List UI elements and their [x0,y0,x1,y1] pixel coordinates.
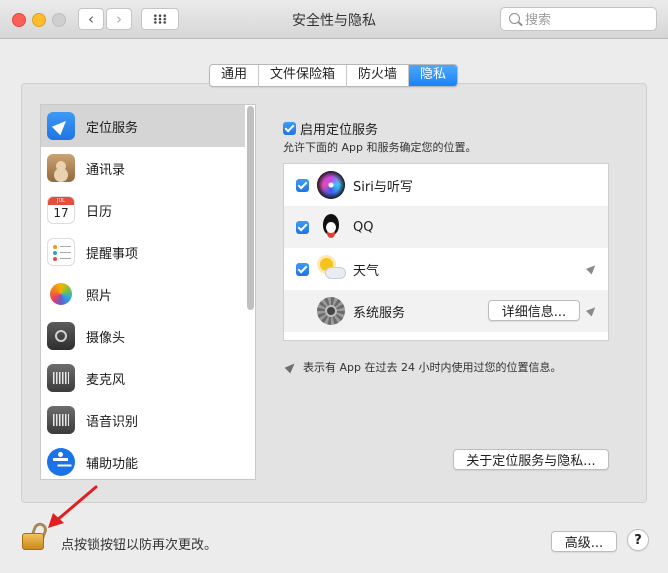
app-row-siri: Siri与听写 [284,164,608,206]
location-description: 允许下面的 App 和服务确定您的位置。 [283,141,477,154]
advanced-button[interactable]: 高级... [551,531,617,552]
tab-filevault[interactable]: 文件保险箱 [259,65,348,86]
contacts-icon [47,154,75,182]
app-name: 系统服务 [353,305,406,321]
sidebar-item-label: 定位服务 [86,120,139,136]
location-icon [47,112,75,140]
location-usage-hint: 表示有 App 在过去 24 小时内使用过您的位置信息。 [284,359,562,375]
help-button[interactable]: ? [627,529,649,551]
sidebar-item-label: 摄像头 [86,330,126,346]
sidebar-scrollbar[interactable] [245,104,256,480]
unlocked-padlock-icon [22,533,44,550]
qq-icon [317,213,345,241]
camera-icon [47,322,75,350]
tab-bar: 通用 文件保险箱 防火墙 隐私 [209,64,459,87]
app-checkbox[interactable] [296,220,309,234]
sidebar-item-label: 语音识别 [86,414,139,430]
scrollbar-thumb[interactable] [247,106,254,310]
microphone-icon [47,364,75,392]
tab-firewall[interactable]: 防火墙 [347,65,410,86]
photos-icon [47,280,75,308]
sidebar-item-calendar[interactable]: JUL 17 日历 [41,189,245,231]
recent-location-arrow-icon [585,304,599,317]
annotation-arrow-icon [48,485,98,528]
sidebar-item-location-services[interactable]: 定位服务 [41,105,245,147]
app-checkbox[interactable] [296,262,309,276]
details-button[interactable]: 详细信息... [488,300,580,321]
sidebar-item-photos[interactable]: 照片 [41,273,245,315]
recent-location-arrow-icon [585,262,599,275]
sidebar-item-label: 辅助功能 [86,456,139,472]
system-services-icon [317,297,345,325]
siri-icon [317,171,345,199]
location-usage-hint-text: 表示有 App 在过去 24 小时内使用过您的位置信息。 [303,361,562,374]
enable-location-services-checkbox[interactable]: 启用定位服务 [283,119,378,138]
lock-button[interactable] [20,520,49,550]
search-input[interactable] [523,10,652,30]
location-arrow-icon [284,360,298,374]
app-row-weather: 天气 [284,248,608,290]
calendar-icon-month: JUL [48,197,74,205]
speech-recognition-icon [47,406,75,434]
tab-general[interactable]: 通用 [210,65,260,86]
app-row-system-services: 系统服务 详细信息... [284,290,608,332]
sidebar-item-accessibility[interactable]: 辅助功能 [41,441,245,479]
sidebar-item-label: 日历 [86,204,113,220]
app-name: Siri与听写 [353,179,413,195]
sidebar-item-label: 照片 [86,288,113,304]
sidebar-item-camera[interactable]: 摄像头 [41,315,245,357]
app-checkbox[interactable] [296,178,309,192]
about-location-privacy-button[interactable]: 关于定位服务与隐私... [453,449,609,470]
weather-icon [317,255,346,283]
privacy-category-list: 定位服务 通讯录 JUL 17 日历 提醒事项 照片 摄像头 麦克风 语音识别 … [40,104,256,480]
checkbox-checked-icon [283,122,296,135]
sidebar-item-reminders[interactable]: 提醒事项 [41,231,245,273]
calendar-icon: JUL 17 [47,196,75,224]
search-field[interactable] [500,7,657,31]
sidebar-item-contacts[interactable]: 通讯录 [41,147,245,189]
sidebar-item-speech-recognition[interactable]: 语音识别 [41,399,245,441]
tab-privacy[interactable]: 隐私 [409,65,458,86]
location-app-list: Siri与听写 QQ 天气 系统服务 详细信息... [283,163,609,341]
sidebar-item-microphone[interactable]: 麦克风 [41,357,245,399]
sidebar-item-label: 麦克风 [86,372,126,388]
sidebar-item-label: 通讯录 [86,162,126,178]
lock-message: 点按锁按钮以防再次更改。 [61,538,218,553]
search-icon [509,13,520,24]
enable-location-services-label: 启用定位服务 [300,123,379,138]
accessibility-icon [47,448,75,476]
app-row-qq: QQ [284,206,608,248]
calendar-icon-day: 17 [53,206,69,220]
app-name: 天气 [353,263,380,279]
sidebar-item-label: 提醒事项 [86,246,139,262]
reminders-icon [47,238,75,266]
app-name: QQ [353,219,374,235]
